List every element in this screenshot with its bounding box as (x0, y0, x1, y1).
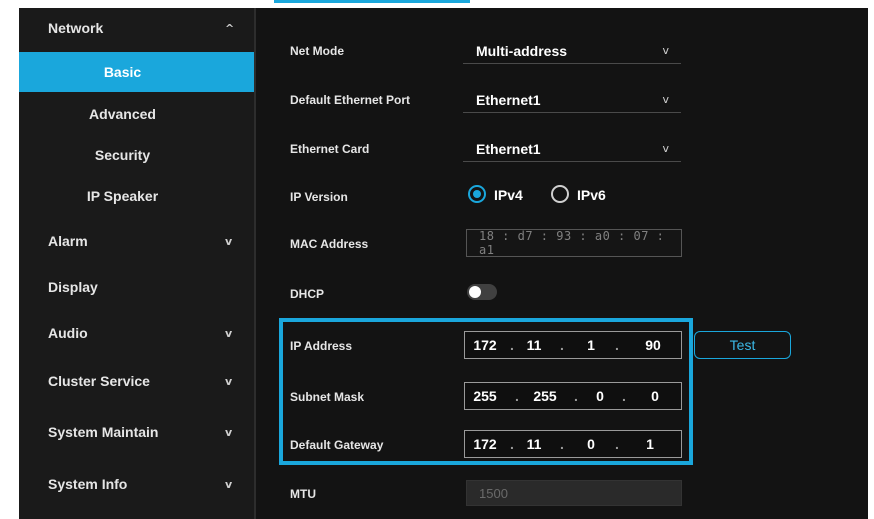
net-mode-value: Multi-address (476, 42, 568, 59)
test-button[interactable]: Test (694, 331, 791, 359)
chevron-down-icon: v (662, 44, 669, 57)
chevron-down-icon: v (662, 142, 669, 155)
sidebar-item-label: Advanced (89, 106, 156, 122)
sidebar-item-label: Cluster Service (48, 373, 150, 389)
net-mode-select[interactable]: Multi-address v (463, 38, 681, 64)
mtu-value: 1500 (479, 485, 508, 501)
sidebar-item-alarm[interactable]: Alarm v (19, 221, 254, 261)
ipv6-radio[interactable] (551, 185, 569, 203)
chevron-down-icon: v (225, 234, 233, 248)
sidebar-item-label: Display (48, 279, 98, 295)
sidebar-item-label: System Maintain (48, 424, 159, 440)
chevron-down-icon: v (225, 425, 233, 439)
sidebar-item-system-maintain[interactable]: System Maintain v (19, 412, 254, 452)
sidebar-item-ip-speaker[interactable]: IP Speaker (19, 176, 254, 216)
sidebar-item-label: Network (48, 20, 104, 36)
default-ethernet-port-select[interactable]: Ethernet1 v (463, 87, 681, 113)
ethernet-card-value: Ethernet1 (476, 140, 541, 157)
chevron-down-icon: v (662, 93, 669, 106)
sidebar-item-cluster-service[interactable]: Cluster Service v (19, 361, 254, 401)
chevron-down-icon: v (225, 326, 233, 340)
sidebar-item-label: System Info (48, 476, 128, 492)
ethernet-card-label: Ethernet Card (290, 142, 370, 156)
active-tab-indicator (274, 0, 470, 3)
sidebar-item-label: Alarm (48, 233, 88, 249)
ipv4-radio-label: IPv4 (494, 187, 523, 203)
sidebar-item-label: IP Speaker (86, 188, 159, 204)
sidebar-divider (254, 8, 256, 519)
sidebar-item-label: Audio (48, 325, 88, 341)
chevron-down-icon: v (225, 374, 233, 388)
chevron-down-icon: v (225, 477, 233, 491)
sidebar-item-label: Basic (103, 64, 142, 80)
sidebar-item-label: Security (94, 147, 151, 163)
sidebar-item-network[interactable]: Network ^ (19, 8, 254, 48)
chevron-up-icon: ^ (225, 21, 235, 35)
ipv6-radio-label: IPv6 (577, 187, 606, 203)
ethernet-card-select[interactable]: Ethernet1 v (463, 136, 681, 162)
sidebar-item-advanced[interactable]: Advanced (19, 94, 254, 134)
sidebar-item-system-info[interactable]: System Info v (19, 464, 254, 504)
sidebar-item-audio[interactable]: Audio v (19, 313, 254, 353)
highlight-box (279, 318, 693, 465)
sidebar: Network ^ Basic Advanced Security IP Spe… (19, 8, 254, 519)
default-ethernet-port-value: Ethernet1 (476, 91, 541, 108)
default-ethernet-port-label: Default Ethernet Port (290, 93, 411, 107)
mtu-input[interactable]: 1500 (466, 480, 682, 506)
net-mode-label: Net Mode (290, 44, 344, 58)
ipv4-radio[interactable] (468, 185, 486, 203)
sidebar-item-security[interactable]: Security (19, 135, 254, 175)
mac-address-field: 18 : d7 : 93 : a0 : 07 : a1 (466, 229, 682, 257)
ip-version-label: IP Version (290, 190, 348, 204)
sidebar-item-basic[interactable]: Basic (19, 52, 254, 92)
mac-address-label: MAC Address (290, 237, 369, 251)
mac-address-value: 18 : d7 : 93 : a0 : 07 : a1 (479, 229, 665, 257)
mtu-label: MTU (290, 487, 316, 501)
dhcp-toggle[interactable] (467, 284, 497, 300)
sidebar-item-display[interactable]: Display (19, 267, 254, 307)
dhcp-label: DHCP (290, 287, 325, 301)
